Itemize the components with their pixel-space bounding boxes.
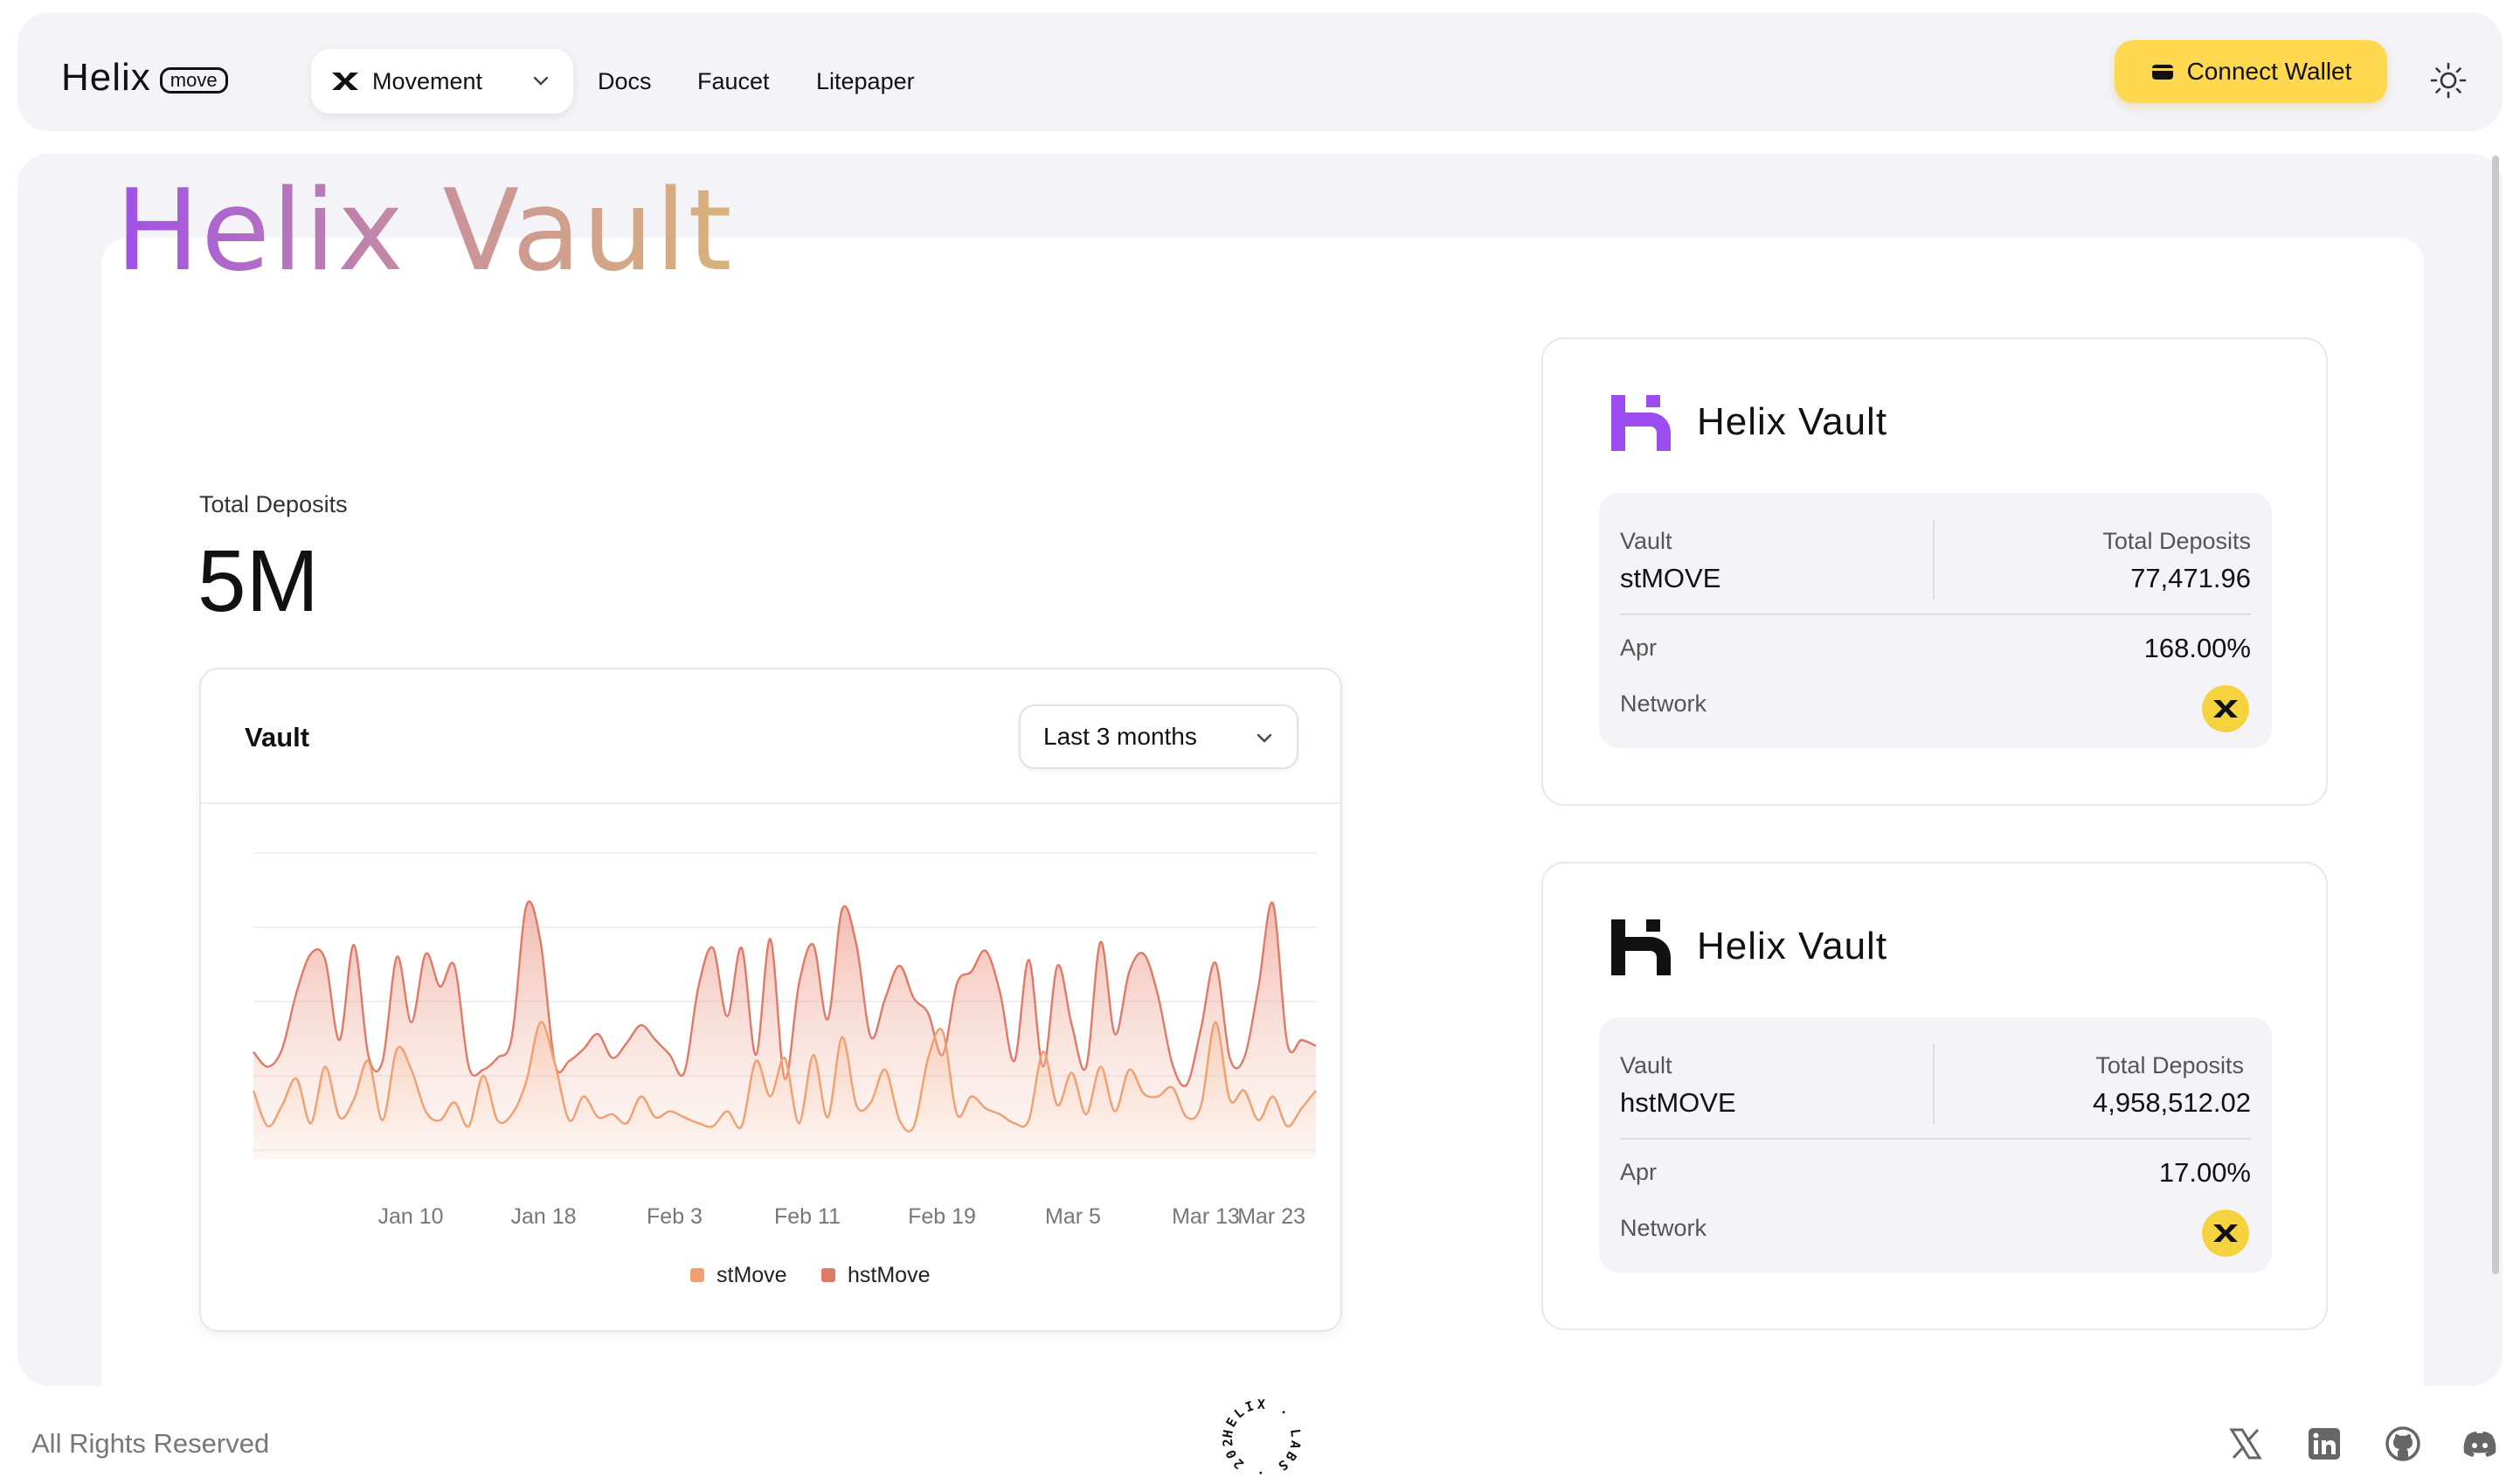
wallet-icon <box>2151 65 2173 80</box>
linkedin-icon[interactable] <box>2305 1425 2343 1463</box>
connect-wallet-button[interactable]: Connect Wallet <box>2115 40 2387 103</box>
apr-label: Apr <box>1620 635 1658 661</box>
divider <box>1620 614 2251 615</box>
deposits-value: 4,958,512.02 <box>2092 1087 2251 1118</box>
helix-vault-logo-icon <box>1611 395 1671 451</box>
scrollbar-thumb[interactable] <box>2492 156 2499 1274</box>
svg-text:HELIX · LABS · 2025 ·: HELIX · LABS · 2025 · <box>1220 1397 1304 1481</box>
legend-label-stMove[interactable]: stMove <box>717 1263 787 1287</box>
x-tick-label: Feb 11 <box>774 1204 841 1229</box>
divider <box>1620 1138 2251 1140</box>
deposits-label: Total Deposits <box>2095 1052 2244 1078</box>
sun-icon[interactable] <box>2429 61 2468 100</box>
legend-label-hstMove[interactable]: hstMove <box>848 1263 930 1287</box>
area-chart: Jan 10 Jan 18 Feb 3 Feb 11 Feb 19 Mar 5 Mar 13… <box>252 852 1317 1287</box>
divider <box>1933 1044 1935 1124</box>
nav-docs[interactable]: Docs <box>598 68 652 95</box>
vault-card-hstmove[interactable]: Helix Vault Vault hstMOVE Total Deposits… <box>1541 862 2328 1330</box>
vault-details: Vault hstMOVE Total Deposits 4,958,512.0… <box>1599 1017 2272 1272</box>
time-range-select[interactable]: Last 3 months <box>1019 704 1298 769</box>
helix-labs-seal-icon: HELIX · LABS · 2025 · <box>1220 1397 1304 1481</box>
vault-chart-card: Vault Last 3 months Jan 10 Jan 18 Feb 3 Feb… <box>199 668 1342 1332</box>
movement-icon <box>332 73 358 90</box>
logo-badge: move <box>159 67 228 94</box>
vault-label: Vault <box>1620 528 1672 554</box>
vault-card-stmove[interactable]: Helix Vault Vault stMOVE Total Deposits … <box>1541 337 2328 806</box>
logo-wordmark: Helix <box>61 56 151 99</box>
x-tick-label: Jan 18 <box>510 1204 576 1229</box>
x-tick-label: Mar 13 <box>1172 1204 1240 1229</box>
x-tick-label: Feb 3 <box>647 1204 703 1229</box>
x-tick-label: Mar 23 <box>1237 1204 1305 1229</box>
x-tick-label: Mar 5 <box>1045 1204 1101 1229</box>
legend-swatch-hstMove <box>821 1268 835 1282</box>
time-range-value: Last 3 months <box>1043 723 1197 750</box>
nav-faucet[interactable]: Faucet <box>697 68 770 95</box>
movement-network-icon <box>2202 1210 2249 1257</box>
total-deposits-value: 5M <box>197 532 319 630</box>
nav-litepaper[interactable]: Litepaper <box>816 68 915 95</box>
vault-details: Vault stMOVE Total Deposits 77,471.96 Ap… <box>1599 493 2272 748</box>
x-tick-label: Feb 19 <box>908 1204 976 1229</box>
github-icon[interactable] <box>2384 1425 2422 1463</box>
apr-value: 17.00% <box>2158 1157 2251 1188</box>
total-deposits-label: Total Deposits <box>199 491 348 517</box>
network-select-value: Movement <box>372 67 483 94</box>
page-scrollbar[interactable] <box>2489 156 2502 1274</box>
legend-swatch-stMove <box>690 1268 704 1282</box>
vault-token: hstMOVE <box>1620 1087 1736 1118</box>
x-icon[interactable] <box>2226 1425 2265 1463</box>
discord-icon[interactable] <box>2461 1425 2499 1463</box>
connect-wallet-label: Connect Wallet <box>2186 58 2352 85</box>
divider <box>1933 519 1935 600</box>
x-tick-label: Jan 10 <box>377 1204 443 1229</box>
chart-title: Vault <box>245 722 310 752</box>
page-title: Helix Vault <box>115 166 734 296</box>
network-label: Network <box>1620 1215 1707 1241</box>
network-label: Network <box>1620 690 1707 717</box>
top-navbar: Helix move Movement Docs Faucet Litepape… <box>17 12 2503 131</box>
vault-label: Vault <box>1620 1052 1672 1078</box>
footer-copyright: All Rights Reserved <box>31 1428 270 1459</box>
chevron-down-icon <box>533 76 549 86</box>
vault-token: stMOVE <box>1620 563 1721 593</box>
vault-name: Helix Vault <box>1697 925 1888 967</box>
network-select[interactable]: Movement <box>311 49 573 114</box>
deposits-label: Total Deposits <box>2102 528 2251 554</box>
helix-logo[interactable]: Helix move <box>61 56 228 100</box>
deposits-value: 77,471.96 <box>2130 563 2251 593</box>
movement-network-icon <box>2202 685 2249 732</box>
apr-label: Apr <box>1620 1159 1658 1185</box>
apr-value: 168.00% <box>2143 633 2251 663</box>
helix-vault-logo-icon <box>1611 919 1671 975</box>
chevron-down-icon <box>1257 733 1272 743</box>
vault-name: Helix Vault <box>1697 400 1888 443</box>
